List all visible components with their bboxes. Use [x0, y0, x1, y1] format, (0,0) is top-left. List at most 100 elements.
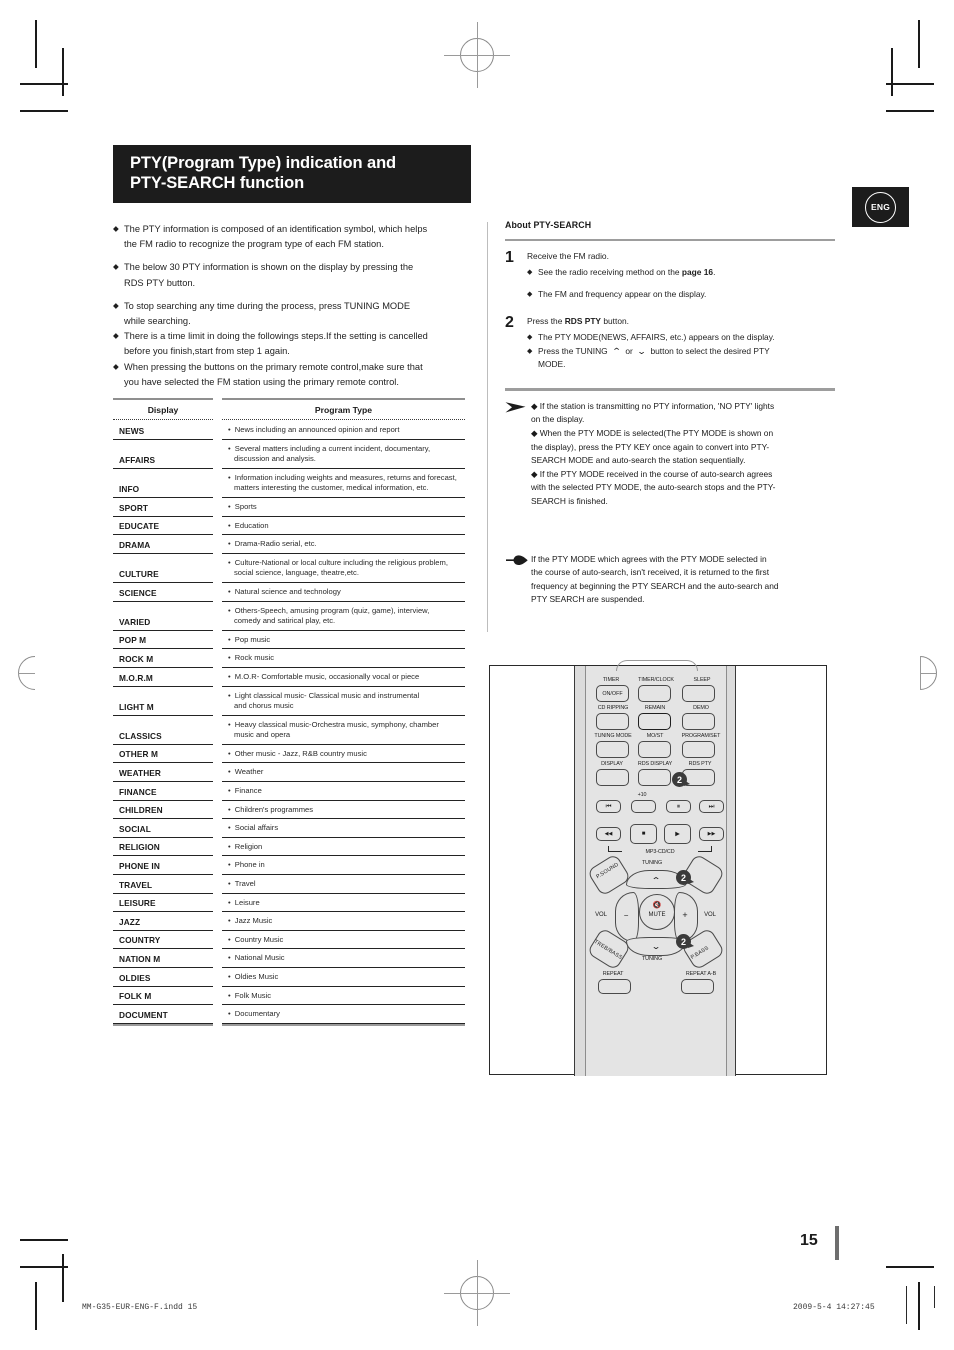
- crop-mark-tl-v: [35, 20, 37, 68]
- repeat-button[interactable]: [598, 979, 631, 994]
- crop-mark-tr-h: [886, 83, 934, 85]
- step-sub-text: The PTY MODE(NEWS, AFFAIRS, etc.) appear…: [538, 331, 775, 342]
- diamond-bullet-icon: ◆: [113, 361, 119, 371]
- table-row: LEISURE • Leisure: [113, 894, 465, 913]
- diamond-bullet-icon: ◆: [113, 224, 119, 233]
- table-row: CULTURE • Culture-National or local cultu…: [113, 554, 465, 583]
- prev-track-button[interactable]: ⏮: [596, 800, 621, 813]
- table-cell-program-type: • Information including weights and meas…: [222, 469, 465, 498]
- program-type-line: • Country Music: [228, 934, 284, 944]
- bullet-dot-icon: •: [228, 557, 233, 567]
- table-cell-program-type: • Heavy classical music-Orchestra music,…: [222, 716, 465, 745]
- intro-group: ◆ To stop searching any time during the p…: [113, 299, 469, 328]
- remain-button[interactable]: [638, 713, 671, 730]
- step-number: 1: [505, 249, 514, 267]
- timer-clock-button[interactable]: [638, 685, 671, 702]
- intro-group: ◆ When pressing the buttons on the primar…: [113, 360, 469, 389]
- arrow-icon: [505, 400, 531, 509]
- table-row: EDUCATE • Education: [113, 517, 465, 536]
- table-cell-display: DOCUMENT: [113, 1005, 213, 1024]
- stop-icon: ■: [641, 831, 646, 837]
- mo-st-button[interactable]: [638, 741, 671, 758]
- program-set-button[interactable]: [682, 741, 715, 758]
- program-type-line: • M.O.R- Comfortable music, occasionally…: [228, 671, 420, 681]
- pause-button[interactable]: ⏸: [666, 800, 691, 813]
- repeat-ab-button[interactable]: [681, 979, 714, 994]
- sleep-button[interactable]: [682, 685, 715, 702]
- vol-left-label: VOL: [595, 912, 607, 918]
- note-divider: [505, 388, 835, 391]
- intro-group: ◆ The below 30 PTY information is shown o…: [113, 260, 469, 289]
- table-cell-program-type: • Documentary: [222, 1005, 465, 1024]
- footer-filename: MM-G35-EUR-ENG-F.indd 15: [82, 1303, 198, 1312]
- timer-onoff-button[interactable]: ON/OFF: [596, 685, 629, 702]
- mute-button[interactable]: 🔇 MUTE: [639, 894, 675, 930]
- rds-display-button[interactable]: [638, 769, 671, 786]
- table-cell-program-type: • Other music - Jazz, R&B country music: [222, 745, 465, 764]
- table-row: LIGHT M • Light classical music- Classica…: [113, 687, 465, 716]
- mute-icon: 🔇: [652, 902, 662, 909]
- cd-ripping-button[interactable]: [596, 713, 629, 730]
- rewind-button[interactable]: ◀◀: [596, 827, 621, 841]
- bullet-dot-icon: •: [228, 634, 233, 644]
- sleep-label: SLEEP: [693, 677, 711, 683]
- program-type-line: • Phone in: [228, 860, 265, 870]
- program-type-line: • Natural science and technology: [228, 586, 341, 596]
- fast-forward-button[interactable]: ▶▶: [699, 827, 724, 841]
- next-track-button[interactable]: ⏭: [699, 800, 724, 813]
- display-button[interactable]: [596, 769, 629, 786]
- program-type-line: • Religion: [228, 841, 263, 851]
- table-row: WEATHER • Weather: [113, 763, 465, 783]
- fast-forward-icon: ▶▶: [707, 831, 716, 837]
- play-icon: ▶: [675, 831, 680, 838]
- program-type-line: comedy and satirical play, etc.: [234, 616, 336, 626]
- table-cell-program-type: • Education: [222, 517, 465, 536]
- diamond-bullet-icon: ◆: [527, 333, 533, 341]
- bullet-dot-icon: •: [228, 934, 233, 944]
- intro-text-line: To stop searching any time during the pr…: [124, 300, 411, 311]
- step-sub-text-part: Press the TUNING: [538, 345, 608, 356]
- volume-minus-icon: −: [623, 911, 629, 920]
- stop-button[interactable]: ■: [630, 824, 657, 844]
- table-cell-display: CLASSICS: [113, 716, 213, 745]
- diamond-bullet-icon: ◆: [113, 262, 119, 272]
- bullet-spacer: [113, 344, 124, 358]
- step-sub-text-part: .: [713, 266, 716, 277]
- tuning-up-icon: ⌃: [611, 345, 622, 356]
- step-sub-text: The FM and frequency appear on the displ…: [538, 288, 707, 299]
- page-title-line1: PTY(Program Type) indication and: [130, 154, 397, 172]
- bullet-dot-icon: •: [228, 767, 233, 777]
- remote-control-figure: TIMER TIMER/CLOCK SLEEP ON/OFF CD RIPPIN…: [489, 660, 827, 1076]
- step-sub-text-part: or: [625, 345, 633, 356]
- bullet-dot-icon: •: [228, 916, 233, 926]
- remain-label: REMAIN: [644, 705, 666, 711]
- table-cell-program-type: • Several matters including a current in…: [222, 440, 465, 469]
- table-cell-program-type: • Light classical music- Classical music…: [222, 687, 465, 716]
- table-cell-program-type: • Natural science and technology: [222, 583, 465, 602]
- table-cell-program-type: • National Music: [222, 949, 465, 968]
- intro-group: ◆ The PTY information is composed of an i…: [113, 222, 469, 251]
- registration-mark-left: [18, 656, 35, 690]
- table-cell-display: OTHER M: [113, 745, 213, 764]
- arrow-note-body: ◆ If the station is transmitting no PTY …: [531, 400, 835, 509]
- plus10-button[interactable]: [631, 800, 656, 813]
- program-type-line: • Travel: [228, 879, 256, 889]
- demo-button[interactable]: [682, 713, 715, 730]
- bullet-dot-icon: •: [228, 671, 233, 681]
- table-cell-program-type: • Rock music: [222, 649, 465, 668]
- registration-mark-bottom: [444, 1260, 510, 1326]
- intro-bullet-list: ◆ The PTY information is composed of an i…: [113, 222, 469, 390]
- note-line: SEARCH is finished.: [531, 496, 608, 507]
- tuning-mode-button[interactable]: [596, 741, 629, 758]
- language-badge: ENG: [852, 187, 909, 227]
- play-button[interactable]: ▶: [664, 824, 691, 844]
- table-cell-display: OLDIES: [113, 968, 213, 987]
- prev-track-icon: ⏮: [605, 802, 612, 810]
- p-sound-button[interactable]: [586, 853, 632, 897]
- table-row: RELIGION • Religion: [113, 838, 465, 857]
- table-row: CLASSICS • Heavy classical music-Orchestr…: [113, 716, 465, 745]
- bullet-dot-icon: •: [228, 879, 233, 889]
- table-row: COUNTRY • Country Music: [113, 931, 465, 950]
- bullet-spacer: [113, 276, 124, 290]
- program-type-line: • Finance: [228, 786, 262, 796]
